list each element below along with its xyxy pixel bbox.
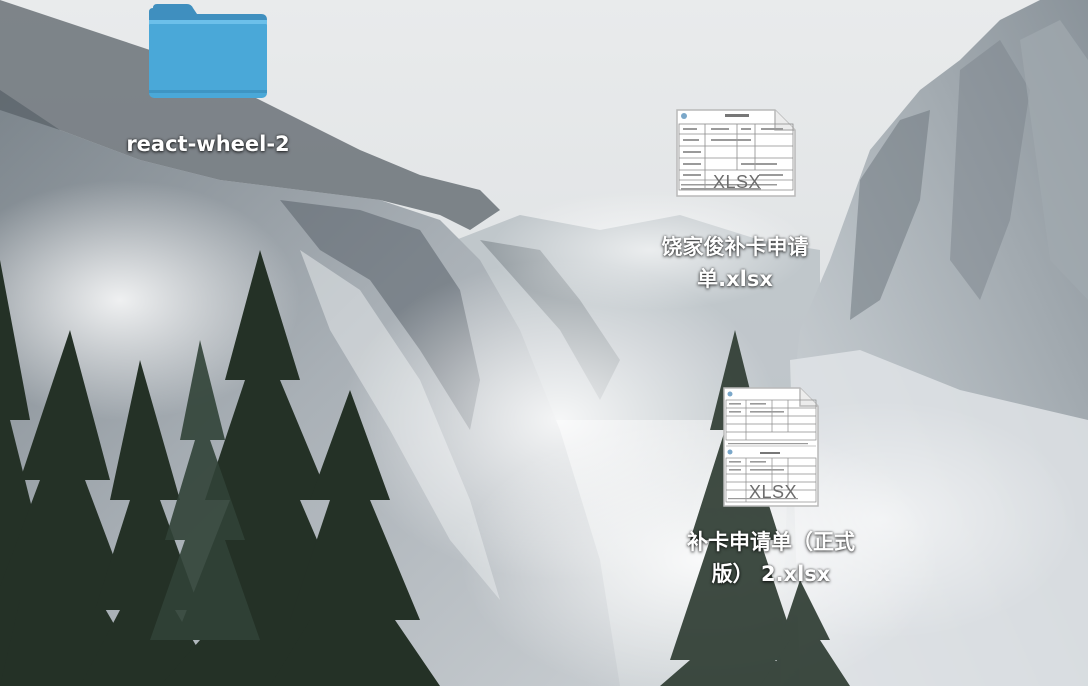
folder-icon xyxy=(149,4,267,98)
xlsx-type-mark: XLSX xyxy=(749,482,798,502)
file-label-line-2: 单.xlsx xyxy=(697,267,773,291)
desktop-item-react-wheel-2[interactable]: react-wheel-2 xyxy=(110,2,306,162)
file-label-line-1: 补卡申请单（正式 xyxy=(687,530,855,554)
xlsx-type-mark: XLSX xyxy=(713,172,762,192)
file-label-line-1: 饶家俊补卡申请 xyxy=(661,235,809,259)
desktop-item-card-request-formal-2-xlsx[interactable]: XLSX 补卡申请单（正式 版） 2.xlsx xyxy=(664,386,878,586)
file-label-line-2: 版） 2.xlsx xyxy=(711,562,831,586)
folder-label: react-wheel-2 xyxy=(126,132,290,156)
desktop-item-rao-jiajun-card-request-xlsx[interactable]: XLSX 饶家俊补卡申请 单.xlsx xyxy=(640,108,830,298)
